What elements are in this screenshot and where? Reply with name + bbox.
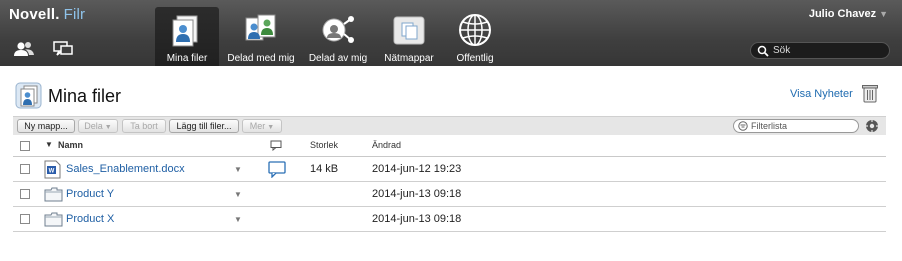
search-placeholder: Sök xyxy=(773,45,791,56)
table-row[interactable]: Product Y ▼ 2014-jun-13 09:18 xyxy=(13,182,886,207)
filter-placeholder: Filterlista xyxy=(751,121,788,131)
row-checkbox[interactable] xyxy=(20,164,30,174)
nav-public[interactable]: Offentlig xyxy=(448,7,502,66)
people-icon[interactable] xyxy=(13,40,35,58)
filter-icon xyxy=(738,121,748,131)
share-label: Dela xyxy=(84,121,103,131)
select-all-checkbox[interactable] xyxy=(20,141,30,151)
svg-text:W: W xyxy=(49,169,55,175)
net-folders-icon xyxy=(393,16,425,45)
row-checkbox[interactable] xyxy=(20,214,30,224)
nav-my-files[interactable]: Mina filer xyxy=(155,7,219,66)
comment-icon[interactable] xyxy=(268,161,286,178)
top-bar: Novell. Filr Mina filer Delad med mig De… xyxy=(0,0,902,66)
table-row[interactable]: Product X ▼ 2014-jun-13 09:18 xyxy=(13,207,886,232)
show-news-link[interactable]: Visa Nyheter xyxy=(790,88,853,100)
brand-sub: Filr xyxy=(63,6,86,23)
nav-label: Delad med mig xyxy=(227,53,295,64)
user-name: Julio Chavez xyxy=(808,8,877,20)
nav-label: Nätmappar xyxy=(384,53,434,64)
gear-icon[interactable] xyxy=(865,119,879,133)
nav-label: Delad av mig xyxy=(308,53,368,64)
nav-net-folders[interactable]: Nätmappar xyxy=(380,7,438,66)
comments-icon[interactable] xyxy=(52,40,74,58)
toolbar: Ny mapp... Dela ▼ Ta bort Lägg till filer… xyxy=(13,116,886,135)
folder-name-link[interactable]: Product Y xyxy=(66,188,114,200)
brand-logo: Novell. Filr xyxy=(9,6,85,23)
public-icon xyxy=(459,14,491,46)
user-menu[interactable]: Julio Chavez ▼ xyxy=(809,8,888,20)
row-checkbox[interactable] xyxy=(20,189,30,199)
nav-shared-with-me[interactable]: Delad med mig xyxy=(225,7,297,66)
my-files-icon xyxy=(172,15,198,47)
my-files-icon xyxy=(15,82,42,109)
chevron-down-icon: ▼ xyxy=(104,124,112,131)
share-button[interactable]: Dela ▼ xyxy=(78,119,118,133)
word-document-icon: W xyxy=(44,160,61,179)
nav-label: Mina filer xyxy=(166,53,208,64)
shared-by-me-icon xyxy=(322,16,354,43)
delete-button[interactable]: Ta bort xyxy=(122,119,166,133)
nav-shared-by-me[interactable]: Delad av mig xyxy=(305,7,371,66)
folder-icon xyxy=(44,187,63,202)
brand-main: Novell. xyxy=(9,6,60,23)
shared-with-me-icon xyxy=(245,14,276,41)
folder-name-link[interactable]: Product X xyxy=(66,213,114,225)
chevron-down-icon: ▼ xyxy=(879,9,888,19)
modified-date: 2014-jun-13 09:18 xyxy=(372,188,462,200)
modified-date: 2014-jun-12 19:23 xyxy=(372,163,462,175)
file-name-link[interactable]: Sales_Enablement.docx xyxy=(66,163,185,175)
comment-column-icon xyxy=(270,140,282,151)
folder-icon xyxy=(44,212,63,227)
table-row[interactable]: W Sales_Enablement.docx ▼ 14 kB 2014-jun… xyxy=(13,157,886,182)
more-button[interactable]: Mer ▼ xyxy=(242,119,282,133)
new-folder-button[interactable]: Ny mapp... xyxy=(17,119,75,133)
page-title: Mina filer xyxy=(48,86,122,106)
nav-label: Offentlig xyxy=(456,53,494,64)
row-actions-chevron-icon[interactable]: ▼ xyxy=(234,165,242,174)
column-size-header[interactable]: Storlek xyxy=(310,140,338,150)
search-input[interactable]: Sök xyxy=(750,42,890,59)
table-header: ▼ Namn Storlek Ändrad xyxy=(13,135,886,157)
row-actions-chevron-icon[interactable]: ▼ xyxy=(234,190,242,199)
modified-date: 2014-jun-13 09:18 xyxy=(372,213,462,225)
row-actions-chevron-icon[interactable]: ▼ xyxy=(234,215,242,224)
trash-icon[interactable] xyxy=(862,84,878,103)
chevron-down-icon: ▼ xyxy=(267,124,275,131)
column-modified-header[interactable]: Ändrad xyxy=(372,140,401,150)
more-label: Mer xyxy=(249,121,266,131)
file-size: 14 kB xyxy=(310,163,339,175)
filter-input[interactable]: Filterlista xyxy=(733,119,859,133)
sort-icon[interactable]: ▼ xyxy=(45,140,53,149)
add-files-button[interactable]: Lägg till filer... xyxy=(169,119,239,133)
column-name-header[interactable]: Namn xyxy=(58,140,83,150)
search-icon xyxy=(757,45,769,57)
